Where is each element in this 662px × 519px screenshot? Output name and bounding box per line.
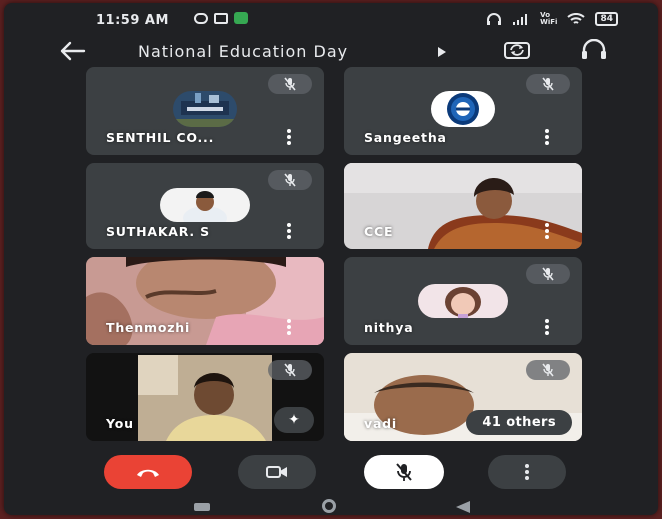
message-icon [214, 12, 228, 24]
avatar [418, 284, 508, 318]
participant-tile[interactable]: SENTHIL CO... [86, 67, 324, 155]
vowifi-label: Vo WiFi [540, 11, 558, 26]
battery-indicator: 84 [595, 12, 618, 26]
status-bar: 11:59 AM Vo WiFi 84 [4, 3, 658, 39]
participant-name: SUTHAKAR. S [106, 224, 210, 239]
system-navigation-bar [4, 497, 658, 515]
wifi-icon [567, 12, 586, 24]
camera-button[interactable] [238, 455, 316, 489]
play-arrow-icon[interactable] [438, 47, 446, 57]
participant-tile[interactable]: nithya [344, 257, 582, 345]
more-options-icon[interactable] [544, 129, 550, 145]
meeting-title[interactable]: National Education Day [138, 42, 348, 61]
more-options-icon[interactable] [286, 129, 292, 145]
recents-icon[interactable] [194, 503, 210, 511]
participant-tile[interactable]: CCE [344, 163, 582, 249]
signal-icon [513, 14, 528, 25]
participant-name: You [106, 416, 134, 431]
participant-name: CCE [364, 224, 394, 239]
flip-camera-icon[interactable] [500, 39, 534, 61]
participant-tile[interactable]: vadi 41 others [344, 353, 582, 441]
participant-tile[interactable]: Sangeetha [344, 67, 582, 155]
mic-off-icon [526, 264, 570, 284]
more-options-icon[interactable] [544, 319, 550, 335]
mic-off-icon [268, 74, 312, 94]
avatar [173, 91, 237, 127]
call-controls [4, 447, 658, 493]
system-icons: Vo WiFi 84 [486, 12, 618, 26]
mic-off-icon [396, 463, 412, 481]
mic-off-icon [268, 360, 312, 380]
notification-icons [194, 12, 248, 24]
mic-off-icon [526, 74, 570, 94]
participant-name: SENTHIL CO... [106, 130, 215, 145]
more-options-icon[interactable] [286, 319, 292, 335]
more-options-button[interactable] [488, 455, 566, 489]
participant-tile[interactable]: Thenmozhi [86, 257, 324, 345]
others-count-badge[interactable]: 41 others [466, 410, 572, 435]
phone-screen: 11:59 AM Vo WiFi 84 National Education D… [4, 3, 658, 515]
participant-name: Sangeetha [364, 130, 447, 145]
end-call-button[interactable] [104, 455, 192, 489]
avatar [431, 91, 495, 127]
microphone-button[interactable] [364, 455, 444, 489]
avatar [160, 188, 250, 222]
participant-tile[interactable]: You ✦ [86, 353, 324, 441]
more-options-icon[interactable] [286, 223, 292, 239]
video-camera-icon [266, 466, 287, 478]
hang-up-icon [137, 469, 159, 477]
participant-name: vadi [364, 416, 398, 431]
more-vert-icon [525, 464, 529, 480]
whatsapp-icon [194, 12, 208, 24]
back-triangle-icon[interactable] [456, 501, 470, 513]
mic-off-icon [268, 170, 312, 190]
home-icon[interactable] [322, 499, 336, 513]
headphones-icon[interactable] [578, 39, 610, 61]
participant-name: Thenmozhi [106, 320, 191, 335]
mic-off-icon [526, 360, 570, 380]
effects-sparkle-icon[interactable]: ✦ [274, 407, 314, 433]
headset-icon [487, 12, 502, 25]
participant-name: nithya [364, 320, 414, 335]
more-options-icon[interactable] [544, 223, 550, 239]
status-time: 11:59 AM [96, 13, 169, 28]
app-notification-icon [234, 12, 248, 24]
back-arrow-icon[interactable] [58, 39, 86, 63]
participant-tile[interactable]: SUTHAKAR. S [86, 163, 324, 249]
